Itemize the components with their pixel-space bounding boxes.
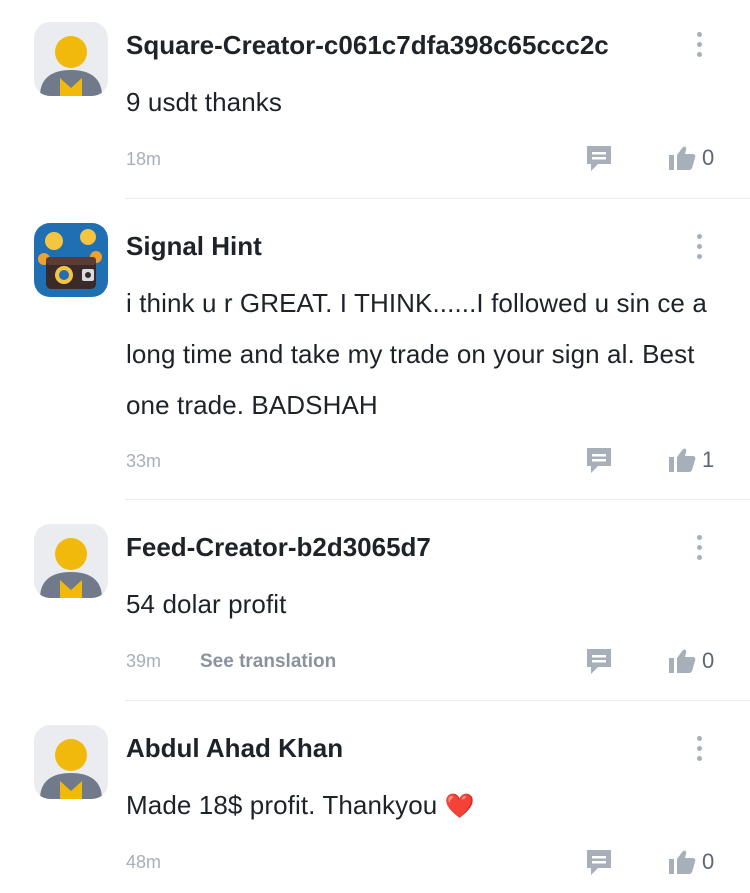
default-avatar-icon xyxy=(34,524,108,598)
comment-icon[interactable] xyxy=(585,847,613,877)
more-options-icon[interactable] xyxy=(692,734,708,764)
comment-icon[interactable] xyxy=(585,646,613,676)
thumbs-up-icon xyxy=(669,146,696,170)
more-options-icon[interactable] xyxy=(692,533,708,563)
avatar[interactable] xyxy=(34,725,108,799)
thumbs-up-icon xyxy=(669,649,696,673)
comment-text: i think u r GREAT. I THINK......I follow… xyxy=(126,288,707,420)
comment-item: Signal Hint i think u r GREAT. I THINK..… xyxy=(0,199,750,499)
like-button[interactable]: 0 xyxy=(668,144,714,172)
avatar[interactable] xyxy=(34,223,108,297)
like-count: 0 xyxy=(702,648,715,673)
more-options-icon[interactable] xyxy=(692,30,708,60)
like-count: 0 xyxy=(702,849,715,874)
like-count: 0 xyxy=(702,145,715,170)
default-avatar-icon xyxy=(34,725,108,799)
thumbs-up-icon xyxy=(669,448,696,472)
comment-username[interactable]: Feed-Creator-b2d3065d7 xyxy=(126,532,431,563)
like-button[interactable]: 0 xyxy=(668,647,714,675)
comment-item: Abdul Ahad Khan Made 18$ profit. Thankyo… xyxy=(0,701,750,893)
comment-item: Square-Creator-c061c7dfa398c65ccc2c 9 us… xyxy=(0,0,750,198)
like-button[interactable]: 1 xyxy=(668,446,714,474)
avatar[interactable] xyxy=(34,22,108,96)
thumbs-up-icon xyxy=(669,850,696,874)
comment-time: 33m xyxy=(126,451,162,471)
comment-username[interactable]: Signal Hint xyxy=(126,231,262,262)
comment-text: 9 usdt thanks xyxy=(126,87,282,117)
crypto-wallet-avatar-icon xyxy=(34,223,108,297)
heart-emoji-icon: ❤️ xyxy=(444,793,475,820)
avatar[interactable] xyxy=(34,524,108,598)
default-avatar-icon xyxy=(34,22,108,96)
comment-text: Made 18$ profit. Thankyou ❤️ xyxy=(126,790,475,820)
comment-username[interactable]: Abdul Ahad Khan xyxy=(126,733,343,764)
comment-time: 39m xyxy=(126,651,162,671)
comment-icon[interactable] xyxy=(585,445,613,475)
comment-text: 54 dolar profit xyxy=(126,589,287,619)
comment-username[interactable]: Square-Creator-c061c7dfa398c65ccc2c xyxy=(126,30,609,61)
comment-time: 48m xyxy=(126,852,162,872)
like-count: 1 xyxy=(702,447,715,472)
comment-item: Feed-Creator-b2d3065d7 54 dolar profit 3… xyxy=(0,500,750,700)
see-translation-link[interactable]: See translation xyxy=(200,651,336,673)
like-button[interactable]: 0 xyxy=(668,848,714,876)
comment-icon[interactable] xyxy=(585,143,613,173)
more-options-icon[interactable] xyxy=(692,232,708,262)
comment-time: 18m xyxy=(126,149,162,169)
comment-list: Square-Creator-c061c7dfa398c65ccc2c 9 us… xyxy=(0,0,750,893)
